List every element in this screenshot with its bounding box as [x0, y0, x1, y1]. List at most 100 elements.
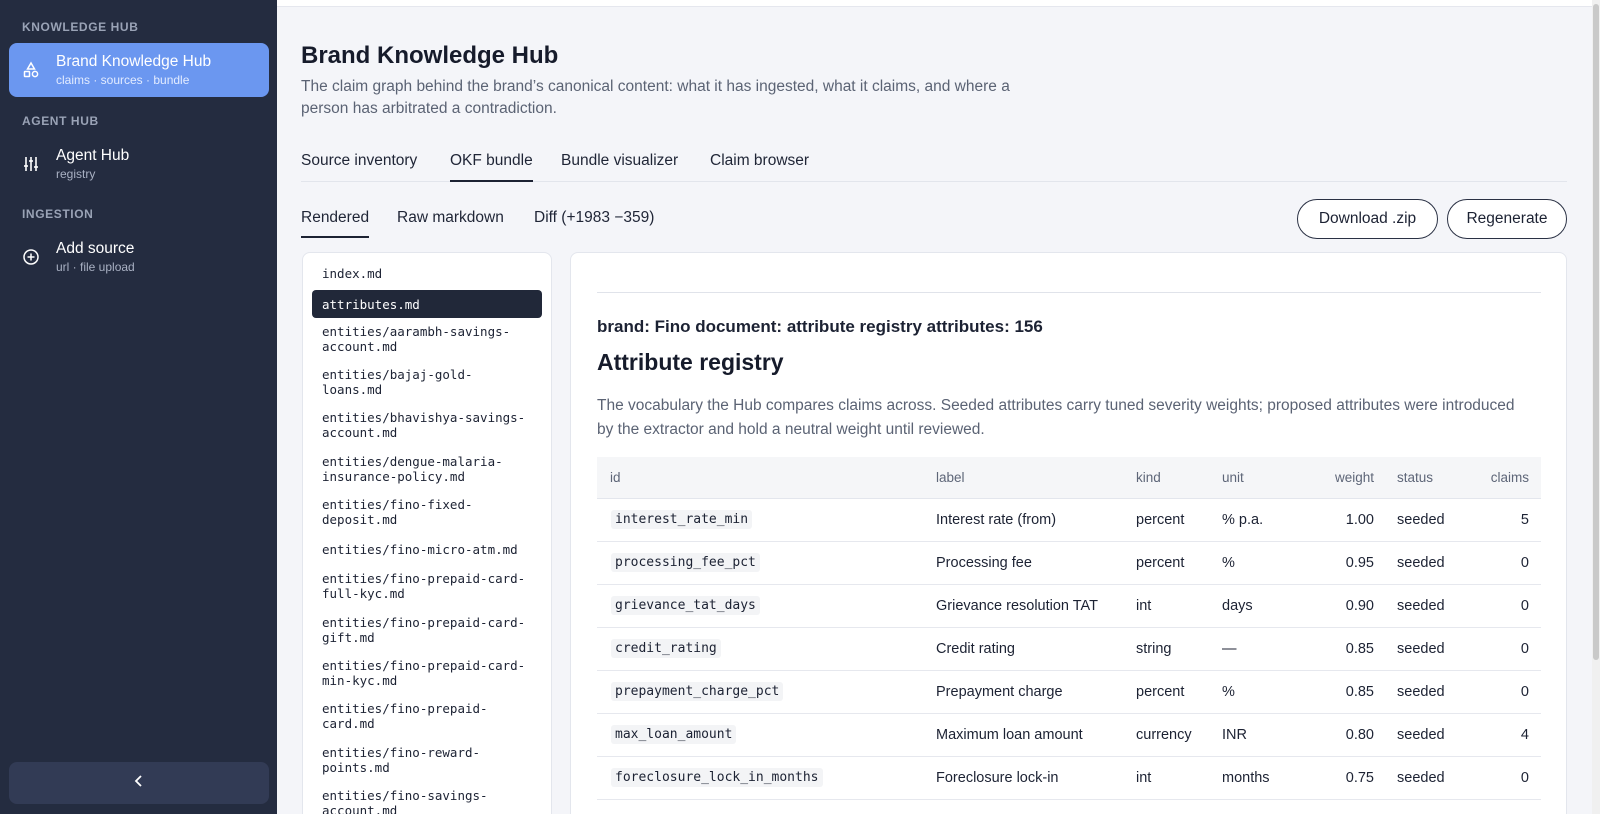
- cell-unit: INR: [1222, 727, 1247, 743]
- tab-source-inventory[interactable]: Source inventory: [301, 152, 417, 182]
- sidebar-item-brand-knowledge-hub[interactable]: Brand Knowledge Hub claims · sources · b…: [9, 43, 269, 97]
- sidebar-item-add-source[interactable]: Add source url · file upload: [9, 230, 269, 284]
- cell-kind: string: [1136, 641, 1172, 657]
- file-item[interactable]: entities/fino-prepaid-card- min-kyc.md: [312, 658, 542, 688]
- table-body: interest_rate_min Interest rate (from) p…: [597, 499, 1541, 800]
- table-row[interactable]: max_loan_amount Maximum loan amount curr…: [597, 714, 1541, 757]
- file-item[interactable]: entities/fino-savings- account.md: [312, 788, 542, 814]
- cell-unit: %: [1222, 684, 1235, 700]
- cell-unit: %: [1222, 555, 1235, 571]
- subtab-rendered[interactable]: Rendered: [301, 209, 370, 238]
- file-item[interactable]: entities/fino-fixed- deposit.md: [312, 497, 542, 527]
- file-item[interactable]: entities/aarambh-savings- account.md: [312, 324, 542, 354]
- file-item[interactable]: entities/fino-prepaid-card- gift.md: [312, 615, 542, 645]
- document-panel: brand: Fino document: attribute registry…: [570, 252, 1567, 814]
- cell-status: seeded: [1397, 641, 1445, 657]
- cell-label: Grievance resolution TAT: [936, 598, 1098, 614]
- sidebar-item-subtitle: url · file upload: [56, 260, 135, 274]
- file-list: index.md attributes.md entities/aarambh-…: [302, 252, 552, 814]
- tab-bundle-visualizer[interactable]: Bundle visualizer: [561, 152, 678, 182]
- file-item[interactable]: entities/bajaj-gold- loans.md: [312, 367, 542, 397]
- table-row[interactable]: foreclosure_lock_in_months Foreclosure l…: [597, 757, 1541, 800]
- cell-label: Maximum loan amount: [936, 727, 1083, 743]
- cell-status: seeded: [1397, 684, 1445, 700]
- sidebar-item-agent-hub[interactable]: Agent Hub registry: [9, 137, 269, 191]
- file-item[interactable]: entities/fino-micro-atm.md: [312, 542, 542, 557]
- cell-kind: percent: [1136, 684, 1185, 700]
- collapse-sidebar-button[interactable]: [9, 762, 269, 804]
- cell-claims: 0: [1520, 770, 1529, 786]
- column-header-label: label: [936, 470, 965, 485]
- section-label-agent-hub: AGENT HUB: [22, 114, 99, 128]
- column-header-status: status: [1397, 470, 1434, 485]
- cell-label: Processing fee: [936, 555, 1032, 571]
- cell-label: Foreclosure lock-in: [936, 770, 1059, 786]
- cell-weight: 0.80: [1345, 727, 1374, 743]
- chevron-left-icon: [133, 774, 145, 793]
- sidebar-item-title: Brand Knowledge Hub: [56, 53, 212, 70]
- sidebar-item-subtitle: claims · sources · bundle: [56, 73, 190, 87]
- main-tabs: Source inventory OKF bundle Bundle visua…: [301, 150, 1567, 182]
- cell-kind: currency: [1136, 727, 1192, 743]
- cell-kind: percent: [1136, 512, 1185, 528]
- cell-label: Interest rate (from): [936, 512, 1057, 528]
- page-description: The claim graph behind the brand’s canon…: [301, 78, 1010, 117]
- section-label-knowledge-hub: KNOWLEDGE HUB: [22, 20, 139, 34]
- table-row[interactable]: credit_rating Credit rating string — 0.8…: [597, 628, 1541, 671]
- cell-unit: % p.a.: [1222, 512, 1264, 528]
- plus-circle-icon: [22, 248, 40, 266]
- file-item[interactable]: entities/dengue-malaria- insurance-polic…: [312, 454, 542, 484]
- cell-weight: 0.90: [1345, 598, 1374, 614]
- sidebar-item-subtitle: registry: [56, 167, 96, 181]
- table-row[interactable]: prepayment_charge_pct Prepayment charge …: [597, 671, 1541, 714]
- page-title: Brand Knowledge Hub: [301, 42, 559, 69]
- cell-status: seeded: [1397, 598, 1445, 614]
- cell-weight: 1.00: [1345, 512, 1374, 528]
- sliders-icon: [22, 155, 40, 173]
- cell-label: Prepayment charge: [936, 684, 1063, 700]
- subtab-diff[interactable]: Diff (+1983 −359): [534, 209, 654, 238]
- cell-kind: int: [1136, 598, 1152, 614]
- cell-unit: months: [1222, 770, 1270, 786]
- table-row[interactable]: processing_fee_pct Processing fee percen…: [597, 542, 1541, 585]
- cell-claims: 4: [1520, 727, 1529, 743]
- cell-id: max_loan_amount: [611, 725, 737, 744]
- table-row[interactable]: interest_rate_min Interest rate (from) p…: [597, 499, 1541, 542]
- cell-status: seeded: [1397, 770, 1445, 786]
- cell-unit: —: [1222, 641, 1237, 657]
- file-item[interactable]: entities/bhavishya-savings- account.md: [312, 410, 542, 440]
- download-zip-button[interactable]: Download .zip: [1297, 199, 1438, 239]
- subtab-raw-markdown[interactable]: Raw markdown: [397, 209, 504, 238]
- table-row[interactable]: grievance_tat_days Grievance resolution …: [597, 585, 1541, 628]
- tab-claim-browser[interactable]: Claim browser: [710, 152, 809, 182]
- cell-weight: 0.85: [1345, 684, 1374, 700]
- cell-id: credit_rating: [611, 639, 721, 658]
- cell-weight: 0.95: [1345, 555, 1374, 571]
- cell-claims: 0: [1520, 598, 1529, 614]
- table-header: id label kind unit weight status claims: [597, 457, 1541, 499]
- cell-claims: 5: [1520, 512, 1529, 528]
- file-item[interactable]: entities/fino-prepaid- card.md: [312, 701, 542, 731]
- cell-id: interest_rate_min: [611, 510, 753, 529]
- file-item[interactable]: index.md: [312, 266, 542, 281]
- cell-label: Credit rating: [936, 641, 1015, 657]
- file-item[interactable]: entities/fino-prepaid-card- full-kyc.md: [312, 571, 542, 601]
- cell-weight: 0.85: [1345, 641, 1374, 657]
- cell-id: grievance_tat_days: [611, 596, 760, 615]
- cell-status: seeded: [1397, 512, 1445, 528]
- sidebar-item-title: Agent Hub: [56, 147, 130, 164]
- cell-status: seeded: [1397, 555, 1445, 571]
- column-header-kind: kind: [1136, 470, 1161, 485]
- scrollbar-thumb[interactable]: [1593, 4, 1599, 660]
- column-header-weight: weight: [1334, 470, 1374, 485]
- cell-kind: percent: [1136, 555, 1185, 571]
- regenerate-button[interactable]: Regenerate: [1447, 199, 1567, 239]
- document-description: The vocabulary the Hub compares claims a…: [597, 397, 1515, 438]
- page-scrollbar[interactable]: [1592, 0, 1600, 814]
- file-item-selected[interactable]: attributes.md: [312, 290, 542, 318]
- file-item[interactable]: entities/fino-reward- points.md: [312, 745, 542, 775]
- document-meta: brand: Fino document: attribute registry…: [597, 317, 1043, 336]
- cell-id: prepayment_charge_pct: [611, 682, 784, 701]
- tab-okf-bundle[interactable]: OKF bundle: [450, 152, 533, 182]
- cell-claims: 0: [1520, 684, 1529, 700]
